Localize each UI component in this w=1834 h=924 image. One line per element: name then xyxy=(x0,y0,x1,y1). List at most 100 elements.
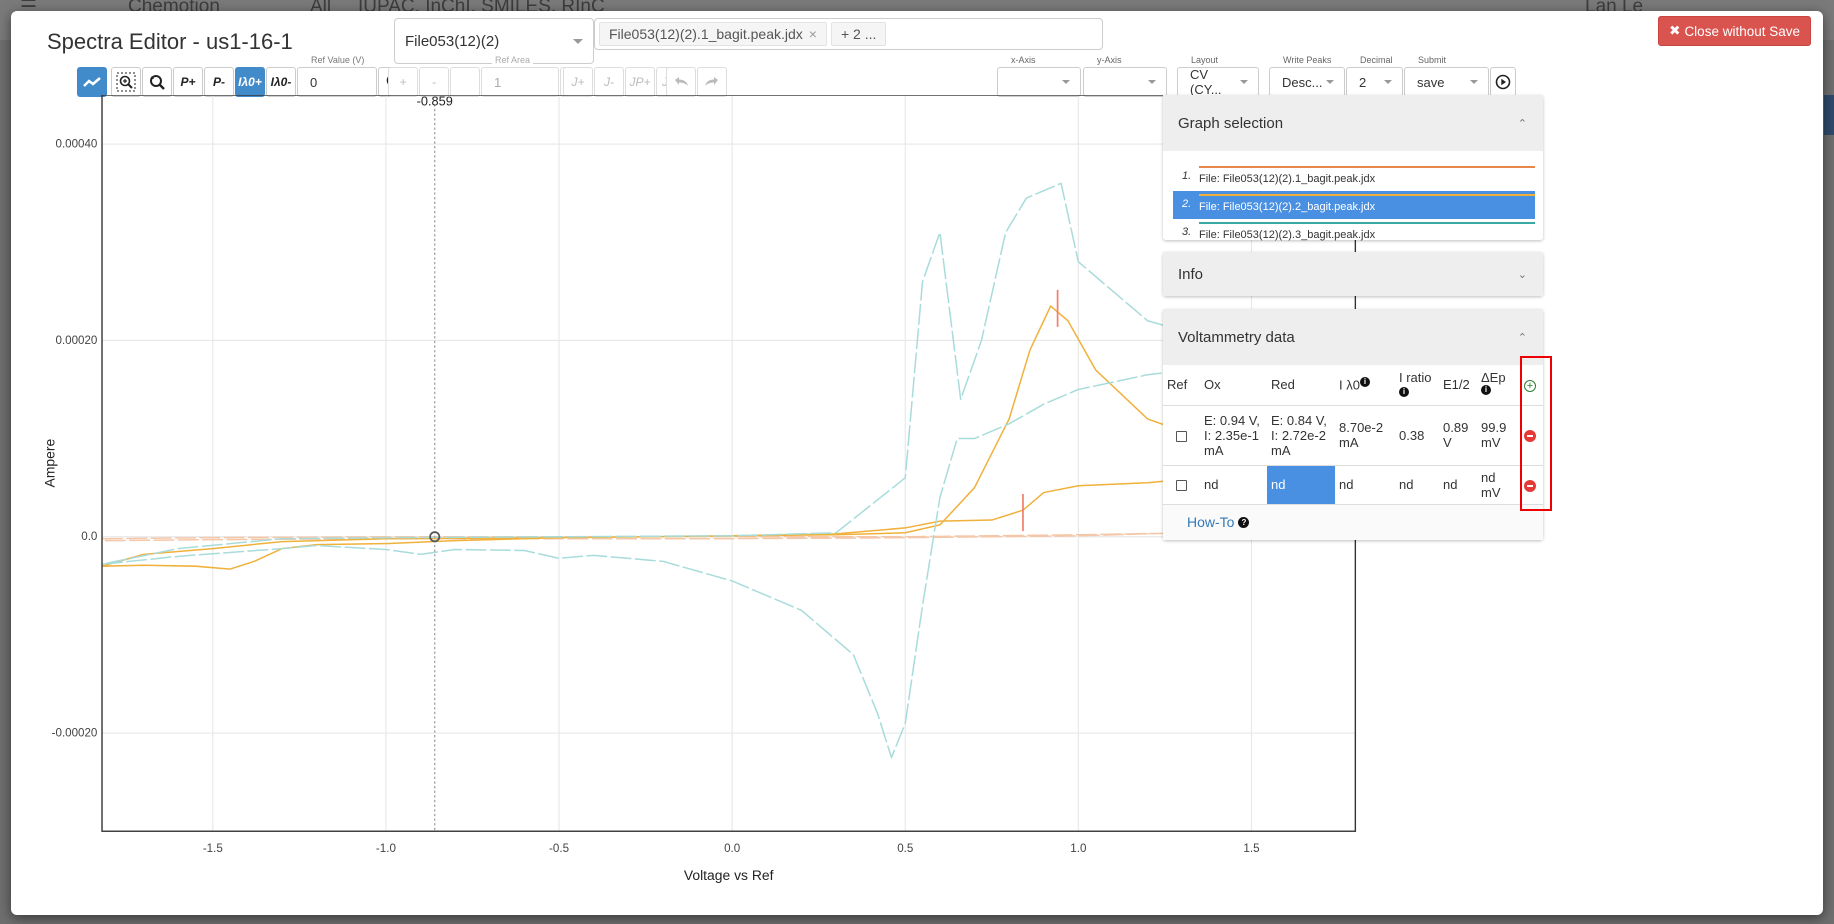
submit-button[interactable] xyxy=(1490,67,1516,97)
more-files-label: + 2 ... xyxy=(840,26,877,42)
graph-item-name: File: File053(12)(2).2_bagit.peak.jdx xyxy=(1199,201,1376,213)
write-peaks-select[interactable]: Write Peaks Desc... xyxy=(1269,54,1345,97)
multi-file-select[interactable]: File053(12)(2).1_bagit.peak.jdx × + 2 ..… xyxy=(594,18,1103,50)
voltammetry-panel: Voltammetry data ⌃ Ref Ox Red I λ0 i I ra… xyxy=(1163,309,1543,540)
ref-value-input[interactable]: 0 xyxy=(310,75,317,90)
x-axis-select[interactable]: x-Axis xyxy=(997,54,1081,97)
graph-item-name: File: File053(12)(2).3_bagit.peak.jdx xyxy=(1199,229,1376,241)
graph-item[interactable]: 1. File: File053(12)(2).1_bagit.peak.jdx xyxy=(1173,163,1535,191)
remove-j-button[interactable]: J- xyxy=(594,67,624,97)
ref-area-field[interactable]: Ref Area 1 xyxy=(481,54,559,97)
layout-label: Layout xyxy=(1188,54,1222,66)
graph-item[interactable]: 3. File: File053(12)(2).3_bagit.peak.jdx xyxy=(1173,219,1535,247)
voltammetry-header[interactable]: Voltammetry data ⌃ xyxy=(1163,309,1543,365)
question-icon[interactable]: ? xyxy=(1238,516,1250,528)
file-chip-label: File053(12)(2).1_bagit.peak.jdx xyxy=(609,26,803,42)
decimal-select[interactable]: Decimal 2 xyxy=(1346,54,1403,97)
ref-checkbox[interactable] xyxy=(1176,480,1187,492)
chevron-down-icon xyxy=(573,38,583,44)
add-integration-button[interactable]: + xyxy=(388,67,418,97)
i-lambda-cell[interactable]: 8.70e-2 mA xyxy=(1335,404,1395,465)
howto-link[interactable]: How-To xyxy=(1187,514,1234,530)
info-icon[interactable]: i xyxy=(1359,377,1370,388)
remove-peak-button[interactable]: P- xyxy=(204,67,234,97)
graph-item-number: 1. xyxy=(1182,170,1192,182)
y-tick-label: 0.0 xyxy=(81,531,97,543)
highlight-box xyxy=(1520,356,1552,511)
x-tick-label: -0.5 xyxy=(549,843,569,855)
col-delta-ep: ΔEpi xyxy=(1477,365,1517,405)
graph-color-line xyxy=(1199,166,1535,168)
ref-area-input[interactable]: 1 xyxy=(494,75,501,90)
close-without-save-label: Close without Save xyxy=(1684,23,1800,39)
axes: -1.5 -1.0 -0.5 0.0 0.5 1.0 1.5 -0.00020 0.0 0.000… xyxy=(52,95,1357,855)
chevron-down-icon xyxy=(1384,80,1392,84)
x-tick-label: -1.5 xyxy=(203,843,223,855)
redo-button[interactable] xyxy=(697,67,727,97)
submit-value: save xyxy=(1417,74,1445,90)
close-icon[interactable]: × xyxy=(809,26,817,42)
remove-integration-button[interactable]: - xyxy=(419,67,449,97)
col-i-ratio-label: I ratio xyxy=(1399,369,1432,385)
table-header-row: Ref Ox Red I λ0 i I ratio i E1/2 ΔEpi + xyxy=(1163,365,1543,405)
info-icon[interactable]: i xyxy=(1399,387,1409,398)
info-icon[interactable]: i xyxy=(1481,384,1491,395)
zoom-in-button[interactable] xyxy=(111,67,141,97)
reset-zoom-button[interactable] xyxy=(142,67,172,97)
col-ref: Ref xyxy=(1167,377,1188,393)
i-ratio-cell: 0.38 xyxy=(1395,404,1439,465)
line-chart-button[interactable] xyxy=(77,67,107,97)
submit-label: Submit xyxy=(1415,54,1450,66)
graph-color-line xyxy=(1199,194,1535,196)
ref-area-label: Ref Area xyxy=(492,54,534,66)
submit-select[interactable]: Submit save xyxy=(1404,54,1489,97)
ref-checkbox[interactable] xyxy=(1176,430,1187,442)
integration-blank-button[interactable] xyxy=(450,67,480,97)
x-tick-label: 0.5 xyxy=(897,843,913,855)
zoom-box-icon xyxy=(116,72,136,92)
red-cell[interactable]: E: 0.84 V, I: 2.72e-2 mA xyxy=(1267,404,1335,465)
layout-select[interactable]: Layout CV (CY... xyxy=(1177,54,1259,97)
info-header[interactable]: Info ⌄ xyxy=(1163,252,1543,296)
ref-value-label: Ref Value (V) xyxy=(308,54,368,66)
zoom-reset-icon xyxy=(150,75,165,90)
undo-button[interactable] xyxy=(666,67,696,97)
close-without-save-button[interactable]: ✖ Close without Save xyxy=(1658,16,1811,46)
decimal-value: 2 xyxy=(1359,74,1367,90)
write-peaks-value: Desc... xyxy=(1282,74,1323,90)
ref-cell xyxy=(1163,464,1200,504)
chevron-down-icon xyxy=(1062,80,1070,84)
close-icon: ✖ xyxy=(1669,23,1681,38)
chevron-up-icon: ⌃ xyxy=(1517,331,1527,344)
graph-item-number: 3. xyxy=(1182,226,1192,238)
e-half-cell: 0.89 V xyxy=(1439,404,1477,465)
y-tick-label: 0.00020 xyxy=(56,335,98,347)
add-i-lambda-button[interactable]: Iλ0+ xyxy=(235,67,265,97)
x-tick-label: 1.5 xyxy=(1243,843,1259,855)
red-cell-selected[interactable]: nd xyxy=(1267,464,1335,504)
file-chip[interactable]: File053(12)(2).1_bagit.peak.jdx × xyxy=(599,22,827,46)
ox-cell[interactable]: nd xyxy=(1200,464,1267,504)
info-title: Info xyxy=(1178,265,1204,283)
x-tick-label: -1.0 xyxy=(376,843,396,855)
col-i-lambda: I λ0 i xyxy=(1335,365,1395,405)
graph-item-selected[interactable]: 2. File: File053(12)(2).2_bagit.peak.jdx xyxy=(1173,191,1535,219)
col-i-lambda-label: I λ0 xyxy=(1339,377,1360,393)
add-j-button[interactable]: J+ xyxy=(563,67,593,97)
x-axis-label: x-Axis xyxy=(1008,54,1039,66)
i-lambda-cell[interactable]: nd xyxy=(1335,464,1395,504)
add-peak-button[interactable]: P+ xyxy=(173,67,203,97)
ox-cell[interactable]: E: 0.94 V, I: 2.35e-1 mA xyxy=(1200,404,1267,465)
file-select-value: File053(12)(2) xyxy=(405,32,500,50)
y-axis-select[interactable]: y-Axis xyxy=(1083,54,1167,97)
add-jp-button[interactable]: JP+ xyxy=(625,67,655,97)
chevron-down-icon xyxy=(1240,80,1248,84)
more-files-chip[interactable]: + 2 ... xyxy=(830,22,887,46)
chevron-down-icon: ⌄ xyxy=(1517,268,1527,281)
x-tick-label: 1.0 xyxy=(1070,843,1086,855)
ref-value-field[interactable]: Ref Value (V) 0 xyxy=(297,54,377,97)
remove-i-lambda-button[interactable]: Iλ0- xyxy=(266,67,296,97)
graph-item-name: File: File053(12)(2).1_bagit.peak.jdx xyxy=(1199,173,1376,185)
graph-selection-header[interactable]: Graph selection ⌃ xyxy=(1163,95,1543,151)
i-ratio-cell: nd xyxy=(1395,464,1439,504)
